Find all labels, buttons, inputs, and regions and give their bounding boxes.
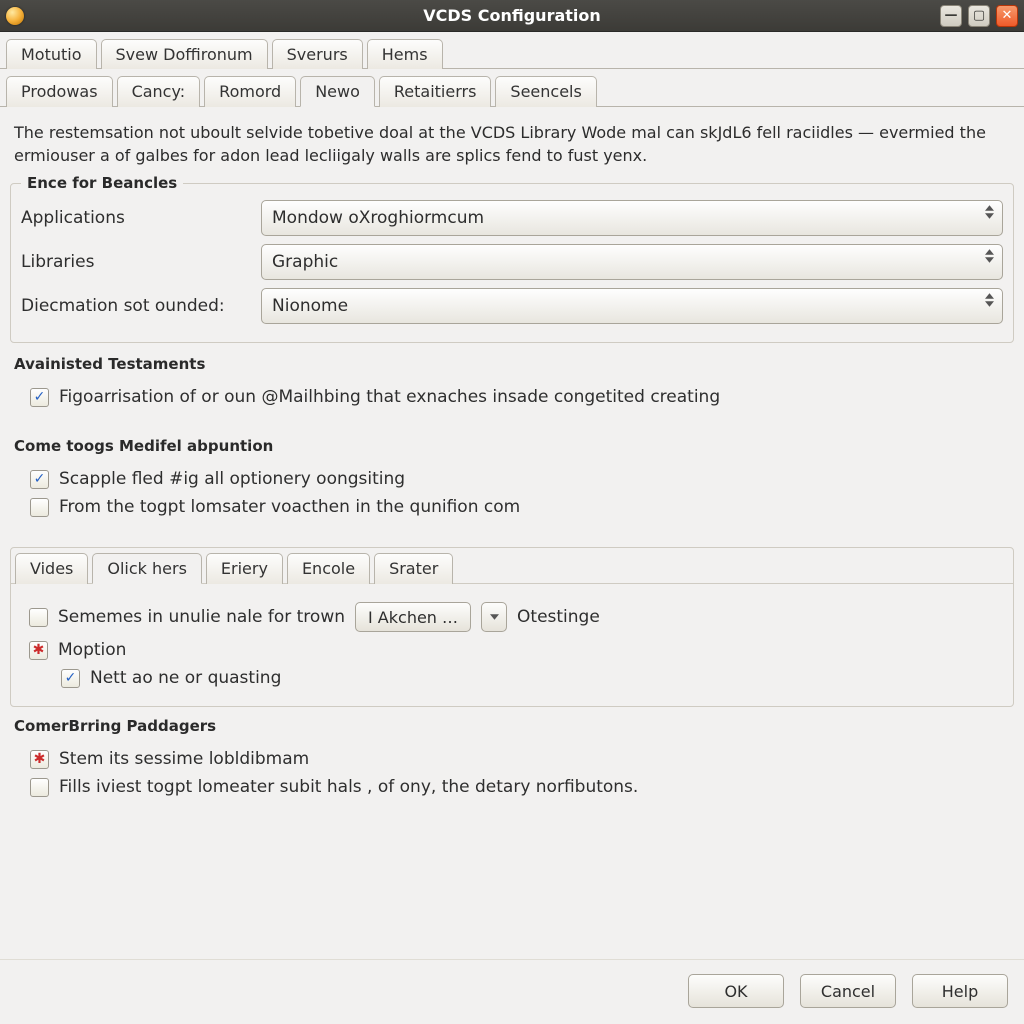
tab-svew[interactable]: Svew Doffironum: [101, 39, 268, 69]
combo-libraries-value: Graphic: [272, 252, 338, 272]
ok-button[interactable]: OK: [688, 974, 784, 1008]
innertab-olick[interactable]: Olick hers: [92, 553, 202, 584]
check-sememes[interactable]: [29, 608, 48, 627]
spinner-icon: [985, 205, 994, 219]
check-fills-label: Fills iviest togpt lomeater subit hals ,…: [59, 777, 638, 797]
close-button[interactable]: ✕: [996, 5, 1018, 27]
innertab-vides[interactable]: Vides: [15, 553, 88, 584]
combo-diecmation[interactable]: Nionome: [261, 288, 1003, 324]
minimize-button[interactable]: —: [940, 5, 962, 27]
tail-otestinge: Otestinge: [517, 607, 600, 627]
innertab-eriery[interactable]: Eriery: [206, 553, 283, 584]
label-diecmation: Diecmation sot ounded:: [21, 296, 261, 316]
subtab-prodowas[interactable]: Prodowas: [6, 76, 113, 107]
subtab-newo[interactable]: Newo: [300, 76, 375, 107]
subtab-retaitierrs[interactable]: Retaitierrs: [379, 76, 492, 107]
dropdown-button[interactable]: [481, 602, 507, 632]
group-comer: ✱ Stem its sessime lobldibmam Fills ivie…: [10, 741, 1014, 815]
subtab-romord[interactable]: Romord: [204, 76, 296, 107]
check-scapple[interactable]: ✓: [30, 470, 49, 489]
tab-sverurs[interactable]: Sverurs: [272, 39, 363, 69]
group-ence-title: Ence for Beancles: [21, 174, 183, 192]
window-title: VCDS Configuration: [0, 6, 1024, 25]
sub-tabbar: Prodowas Cancy: Romord Newo Retaitierrs …: [0, 69, 1024, 107]
check-moption-label: Moption: [58, 640, 126, 660]
check-stem-label: Stem its sessime lobldibmam: [59, 749, 309, 769]
combo-applications[interactable]: Mondow oXroghiormcum: [261, 200, 1003, 236]
inner-tabs-panel: Vides Olick hers Eriery Encole Srater Se…: [10, 547, 1014, 707]
tab-motutio[interactable]: Motutio: [6, 39, 97, 69]
label-libraries: Libraries: [21, 252, 261, 272]
check-stem[interactable]: ✱: [30, 750, 49, 769]
group-ence: Ence for Beancles Applications Mondow oX…: [10, 183, 1014, 343]
check-moption[interactable]: ✱: [29, 641, 48, 660]
group-avainisted-title: Avainisted Testaments: [14, 355, 1024, 373]
check-nett[interactable]: ✓: [61, 669, 80, 688]
dialog-footer: OK Cancel Help: [0, 959, 1024, 1024]
group-avainisted: ✓ Figoarrisation of or oun @Mailhbing th…: [10, 379, 1014, 425]
akchen-button[interactable]: I Akchen …: [355, 602, 471, 632]
check-from-togpt[interactable]: [30, 498, 49, 517]
spinner-icon: [985, 249, 994, 263]
check-figoarrisation[interactable]: ✓: [30, 388, 49, 407]
cancel-button[interactable]: Cancel: [800, 974, 896, 1008]
check-figoarrisation-label: Figoarrisation of or oun @Mailhbing that…: [59, 387, 720, 407]
check-scapple-label: Scapple fled #ig all optionery oongsitin…: [59, 469, 405, 489]
innertab-encole[interactable]: Encole: [287, 553, 370, 584]
titlebar: VCDS Configuration — ▢ ✕: [0, 0, 1024, 32]
help-button[interactable]: Help: [912, 974, 1008, 1008]
innertab-srater[interactable]: Srater: [374, 553, 453, 584]
group-come: ✓ Scapple fled #ig all optionery oongsit…: [10, 461, 1014, 535]
combo-applications-value: Mondow oXroghiormcum: [272, 208, 484, 228]
description-text: The restemsation not uboult selvide tobe…: [0, 107, 1024, 177]
check-nett-label: Nett ao ne or quasting: [90, 668, 281, 688]
combo-diecmation-value: Nionome: [272, 296, 348, 316]
subtab-seencels[interactable]: Seencels: [495, 76, 596, 107]
check-sememes-label: Sememes in unulie nale for trown: [58, 607, 345, 627]
app-icon: [6, 7, 24, 25]
check-fills[interactable]: [30, 778, 49, 797]
maximize-button[interactable]: ▢: [968, 5, 990, 27]
combo-libraries[interactable]: Graphic: [261, 244, 1003, 280]
subtab-cancy[interactable]: Cancy:: [117, 76, 201, 107]
group-come-title: Come toogs Medifel abpuntion: [14, 437, 1024, 455]
spinner-icon: [985, 293, 994, 307]
group-comer-title: ComerBrring Paddagers: [14, 717, 1024, 735]
check-from-togpt-label: From the togpt lomsater voacthen in the …: [59, 497, 520, 517]
label-applications: Applications: [21, 208, 261, 228]
tab-hems[interactable]: Hems: [367, 39, 443, 69]
top-tabbar: Motutio Svew Doffironum Sverurs Hems: [0, 32, 1024, 69]
